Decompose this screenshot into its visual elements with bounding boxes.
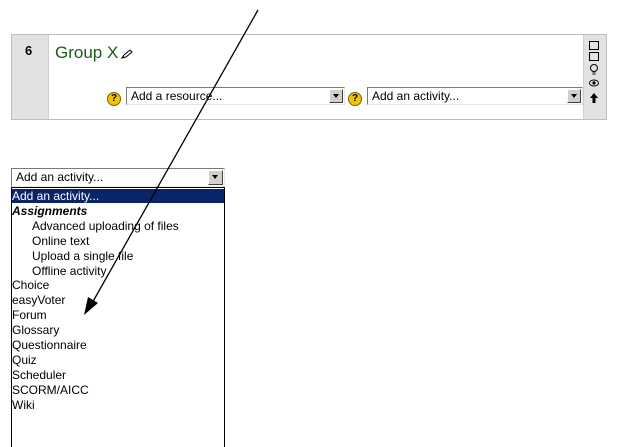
annotation-arrow: [84, 9, 259, 315]
